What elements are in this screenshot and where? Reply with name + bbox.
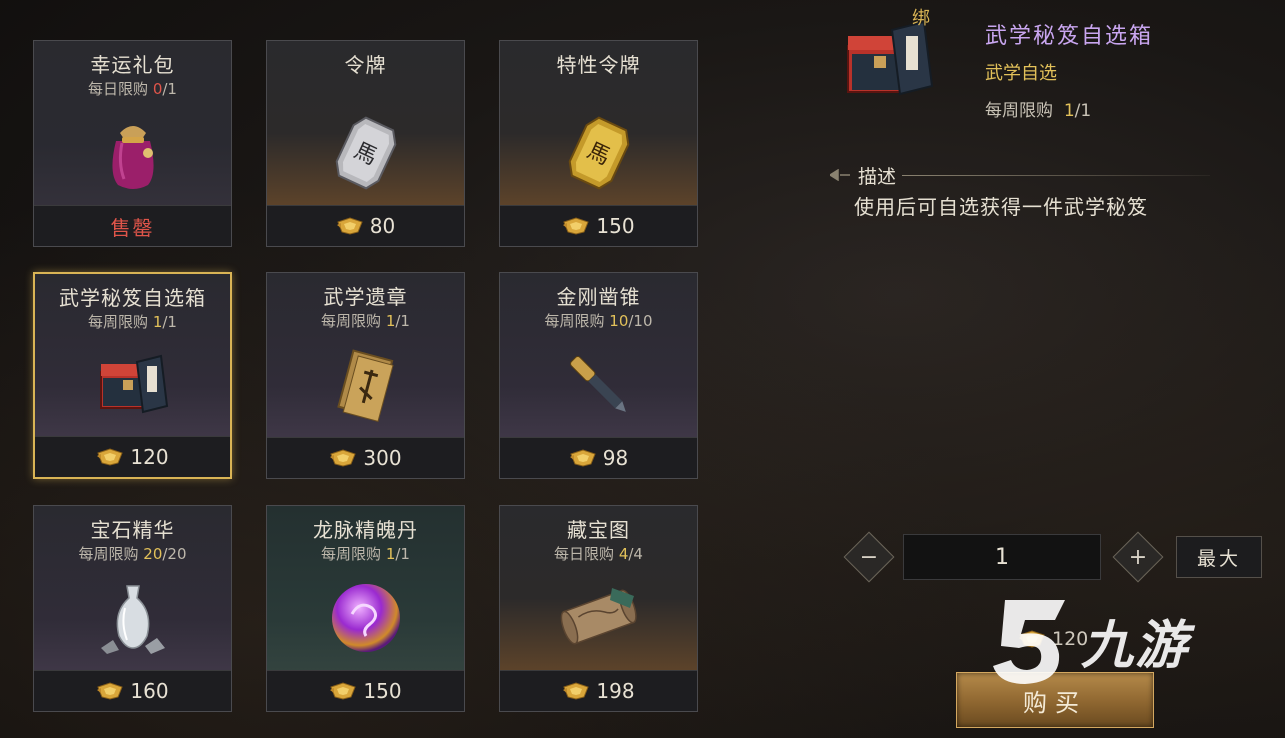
item-limit: 每周限购 20/20 <box>78 545 187 563</box>
item-price: 150 <box>363 679 402 703</box>
price-bar: 120 <box>35 436 230 477</box>
watermark-text: 九游 <box>1081 615 1190 676</box>
item-name: 令牌 <box>344 53 387 77</box>
ornament-icon <box>830 169 850 181</box>
coin-icon <box>562 681 590 701</box>
shop-item-trait-token[interactable]: 特性令牌 馬 150 <box>499 40 698 247</box>
plus-icon: + <box>1128 544 1148 570</box>
shop-item-martial-fragment[interactable]: 武学遗章 每周限购 1/1 300 <box>266 272 465 479</box>
coin-icon <box>569 448 597 468</box>
shop-item-lucky-bag[interactable]: 幸运礼包 每日限购 0/1 售罄 <box>33 40 232 247</box>
item-price: 160 <box>130 679 169 703</box>
gold-token-icon: 馬 <box>500 103 697 203</box>
shop-item-gem-essence[interactable]: 宝石精华 每周限购 20/20 160 <box>33 505 232 712</box>
price-bar: 80 <box>267 205 464 246</box>
watermark: 九游 <box>985 585 1255 695</box>
shop-item-treasure-map[interactable]: 藏宝图 每日限购 4/4 198 <box>499 505 698 712</box>
bound-badge: 绑 <box>912 8 930 29</box>
item-price: 80 <box>369 214 396 238</box>
shop-item-diamond-chisel[interactable]: 金刚凿锥 每周限购 10/10 98 <box>499 272 698 479</box>
dragon-orb-icon <box>267 568 464 668</box>
item-limit: 每周限购 1/1 <box>88 313 177 331</box>
item-name: 幸运礼包 <box>90 53 175 77</box>
item-limit: 每日限购 4/4 <box>554 545 643 563</box>
item-price: 150 <box>596 214 635 238</box>
quantity-input[interactable] <box>903 534 1101 580</box>
detail-subtitle: 武学自选 <box>985 63 1057 84</box>
item-name: 金刚凿锥 <box>556 285 641 309</box>
item-price: 120 <box>130 445 169 469</box>
sold-out-label: 售罄 <box>110 215 155 240</box>
quantity-decrease-button[interactable]: − <box>843 531 895 583</box>
minus-icon: − <box>859 544 879 570</box>
price-bar: 300 <box>267 437 464 478</box>
item-price: 300 <box>363 446 402 470</box>
item-limit: 每周限购 10/10 <box>544 312 653 330</box>
item-limit: 每周限购 1/1 <box>321 545 410 563</box>
item-limit: 每日限购 0/1 <box>88 80 177 98</box>
description-label: 描述 <box>858 165 897 188</box>
max-quantity-button[interactable]: 最大 <box>1176 536 1262 578</box>
vase-icon <box>34 568 231 668</box>
item-limit: 每周限购 1/1 <box>321 312 410 330</box>
shop-item-martial-chest[interactable]: 武学秘笈自选箱 每周限购 1/1 120 <box>33 272 232 479</box>
coin-icon <box>96 447 124 467</box>
description-header: 描述 <box>830 162 1210 188</box>
detail-limit: 每周限购 1/1 <box>985 101 1092 121</box>
item-name: 特性令牌 <box>556 53 641 77</box>
price-bar: 150 <box>267 670 464 711</box>
item-name: 藏宝图 <box>567 518 630 542</box>
item-name: 武学遗章 <box>323 285 408 309</box>
chisel-icon <box>500 335 697 435</box>
price-bar: 198 <box>500 670 697 711</box>
item-name: 宝石精华 <box>90 518 175 542</box>
silver-token-icon: 馬 <box>267 103 464 203</box>
coin-icon <box>562 216 590 236</box>
divider <box>902 174 1210 176</box>
quantity-increase-button[interactable]: + <box>1112 531 1164 583</box>
item-price: 198 <box>596 679 635 703</box>
price-bar: 98 <box>500 437 697 478</box>
description-text: 使用后可自选获得一件武学秘笈 <box>854 195 1148 219</box>
coin-icon <box>336 216 364 236</box>
item-price: 98 <box>602 446 629 470</box>
price-bar: 150 <box>500 205 697 246</box>
price-bar: 售罄 <box>34 205 231 246</box>
coin-icon <box>329 448 357 468</box>
logo-icon <box>993 600 1065 684</box>
martial-chest-icon <box>35 336 230 436</box>
detail-title: 武学秘笈自选箱 <box>985 24 1154 49</box>
coin-icon <box>96 681 124 701</box>
coin-icon <box>329 681 357 701</box>
item-name: 武学秘笈自选箱 <box>59 286 206 310</box>
price-bar: 160 <box>34 670 231 711</box>
lucky-bag-icon <box>34 103 231 203</box>
scroll-pages-icon <box>267 335 464 435</box>
shop-item-token[interactable]: 令牌 馬 80 <box>266 40 465 247</box>
treasure-map-icon <box>500 568 697 668</box>
item-name: 龙脉精魄丹 <box>313 518 418 542</box>
shop-item-dragon-orb[interactable]: 龙脉精魄丹 每周限购 1/1 150 <box>266 505 465 712</box>
